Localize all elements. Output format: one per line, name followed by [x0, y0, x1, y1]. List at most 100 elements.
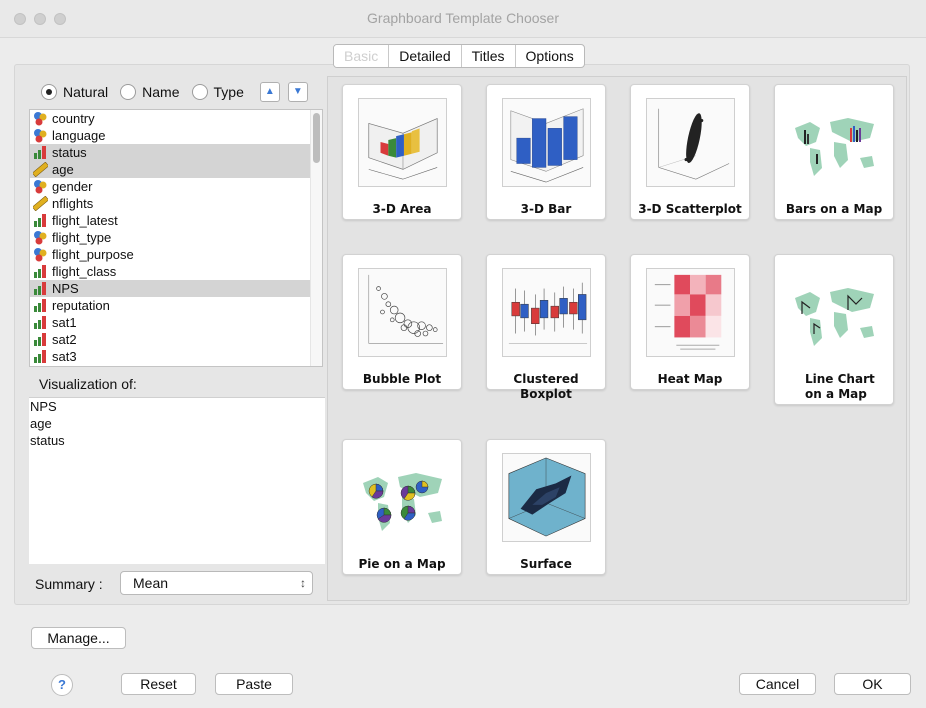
- variable-item-sat2[interactable]: sat2: [30, 331, 322, 348]
- template-card-bars-on-map[interactable]: Bars on a Map: [774, 84, 894, 220]
- template-card-bubble-plot[interactable]: Bubble Plot: [342, 254, 462, 390]
- help-button[interactable]: ?: [51, 674, 73, 696]
- summary-select[interactable]: Mean ↕: [120, 571, 313, 595]
- ruler-measure-icon: [31, 195, 50, 212]
- bubble-plot-icon: [358, 268, 447, 357]
- sort-natural-label: Natural: [63, 84, 109, 100]
- tab-titles[interactable]: Titles: [462, 45, 516, 67]
- manage-button[interactable]: Manage...: [31, 627, 126, 649]
- title-bar: Graphboard Template Chooser: [0, 0, 926, 38]
- variable-item-gender[interactable]: gender: [30, 178, 322, 195]
- variable-panel: Natural Name Type ▲ ▼ country language sta…: [29, 76, 325, 601]
- visualization-label: Visualization of:: [39, 376, 137, 392]
- sort-name-radio[interactable]: Name: [120, 84, 180, 100]
- scale-measure-icon: [33, 213, 48, 228]
- scale-measure-icon: [33, 349, 48, 364]
- template-label: 3-D Scatterplot: [638, 202, 742, 216]
- variable-label: sat2: [52, 332, 77, 347]
- template-label: Line Chart on a Map: [805, 372, 875, 401]
- visualization-item: NPS: [30, 399, 57, 414]
- cancel-button[interactable]: Cancel: [739, 673, 816, 695]
- summary-label: Summary :: [35, 576, 103, 592]
- template-card-pie-on-map[interactable]: Pie on a Map: [342, 439, 462, 575]
- template-card-3d-scatterplot[interactable]: 3-D Scatterplot: [630, 84, 750, 220]
- reset-button[interactable]: Reset: [121, 673, 196, 695]
- tab-options[interactable]: Options: [516, 45, 584, 67]
- variable-label: sat1: [52, 315, 77, 330]
- radio-dot[interactable]: [41, 84, 57, 100]
- scale-measure-icon: [33, 281, 48, 296]
- variable-label: country: [52, 111, 95, 126]
- template-card-clustered-boxplot[interactable]: Clustered Boxplot: [486, 254, 606, 401]
- template-label: 3-D Bar: [520, 202, 572, 216]
- variable-item-flight-type[interactable]: flight_type: [30, 229, 322, 246]
- template-card-3d-area[interactable]: 3-D Area: [342, 84, 462, 220]
- variable-item-sat3[interactable]: sat3: [30, 348, 322, 365]
- scale-measure-icon: [33, 315, 48, 330]
- surface-chart-icon: [502, 453, 591, 542]
- ok-button[interactable]: OK: [834, 673, 911, 695]
- bars-on-map-icon: [790, 98, 879, 187]
- template-label: Bubble Plot: [362, 372, 442, 386]
- window-title: Graphboard Template Chooser: [367, 10, 559, 26]
- paste-button[interactable]: Paste: [215, 673, 293, 695]
- variable-label: gender: [52, 179, 93, 194]
- variable-item-country[interactable]: country: [30, 110, 322, 127]
- variable-item-status[interactable]: status: [30, 144, 322, 161]
- variable-label: nflights: [52, 196, 94, 211]
- variable-item-flight-latest[interactable]: flight_latest: [30, 212, 322, 229]
- sort-natural-radio[interactable]: Natural: [41, 84, 108, 100]
- template-card-heat-map[interactable]: Heat Map: [630, 254, 750, 390]
- template-label: 3-D Area: [372, 202, 432, 216]
- chevron-updown-icon: ↕: [300, 576, 306, 590]
- variable-label: flight_class: [52, 264, 117, 279]
- scale-measure-icon: [33, 264, 48, 279]
- radio-dot[interactable]: [191, 84, 208, 100]
- sort-ascending-button[interactable]: ▲: [259, 82, 280, 102]
- scrollbar-thumb[interactable]: [313, 113, 320, 163]
- triangle-down-icon: ▼: [292, 86, 303, 97]
- variable-list[interactable]: country language status age gender nflights fl…: [29, 109, 323, 367]
- variable-label: age: [52, 162, 74, 177]
- template-card-3d-bar[interactable]: 3-D Bar: [486, 84, 606, 220]
- question-mark-icon: ?: [58, 677, 66, 692]
- variable-rows: country language status age gender nflights fl…: [30, 110, 322, 365]
- variable-item-nflights[interactable]: nflights: [30, 195, 322, 212]
- visualization-item: status: [30, 433, 65, 448]
- variable-item-reputation[interactable]: reputation: [30, 297, 322, 314]
- variable-item-age[interactable]: age: [30, 161, 322, 178]
- template-card-surface[interactable]: Surface: [486, 439, 606, 575]
- sort-type-radio[interactable]: Type: [191, 84, 244, 100]
- variable-label: reputation: [52, 298, 110, 313]
- sort-descending-button[interactable]: ▼: [287, 82, 308, 102]
- radio-dot[interactable]: [120, 84, 137, 100]
- template-card-line-chart-on-map[interactable]: Line Chart on a Map: [774, 254, 894, 405]
- scale-measure-icon: [33, 145, 48, 160]
- variable-label: sat3: [52, 349, 77, 364]
- tab-detailed[interactable]: Detailed: [389, 45, 462, 67]
- sort-name-label: Name: [142, 84, 180, 100]
- variable-item-flight-purpose[interactable]: flight_purpose: [30, 246, 322, 263]
- visualization-list[interactable]: NPS age status: [29, 397, 325, 564]
- variable-item-sat1[interactable]: sat1: [30, 314, 322, 331]
- variable-list-scrollbar[interactable]: [310, 110, 322, 366]
- template-label: Surface: [520, 557, 572, 571]
- clustered-boxplot-icon: [502, 268, 591, 357]
- variable-item-language[interactable]: language: [30, 127, 322, 144]
- nominal-measure-icon: [33, 247, 48, 262]
- 3d-bar-chart-icon: [502, 98, 591, 187]
- variable-item-nps[interactable]: NPS: [30, 280, 322, 297]
- nominal-measure-icon: [33, 128, 48, 143]
- sort-type-label: Type: [213, 84, 244, 100]
- scale-measure-icon: [33, 298, 48, 313]
- variable-label: flight_latest: [52, 213, 118, 228]
- visualization-item: age: [30, 416, 52, 431]
- nominal-measure-icon: [33, 111, 48, 126]
- triangle-up-icon: ▲: [264, 86, 275, 97]
- variable-label: flight_purpose: [52, 247, 134, 262]
- tab-basic[interactable]: Basic: [334, 45, 390, 67]
- variable-item-flight-class[interactable]: flight_class: [30, 263, 322, 280]
- template-label: Clustered Boxplot: [513, 372, 579, 401]
- 3d-scatterplot-icon: [646, 98, 735, 187]
- template-label: Bars on a Map: [785, 202, 883, 216]
